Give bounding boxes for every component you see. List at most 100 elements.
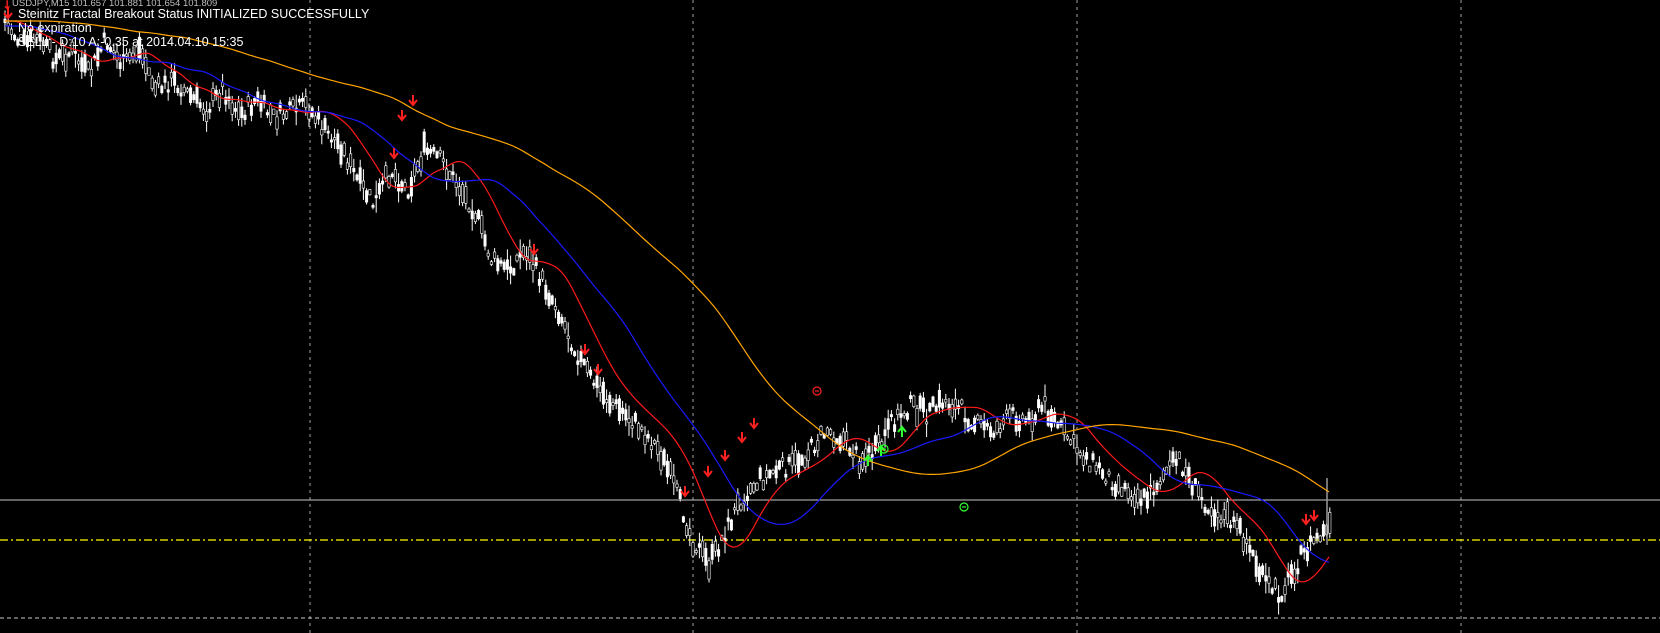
candle-body: [694, 550, 698, 553]
candle-body: [1248, 544, 1252, 553]
candle-body: [153, 81, 157, 96]
candle-body: [934, 405, 938, 412]
candle-body: [547, 292, 551, 307]
candle-body: [1187, 466, 1191, 484]
candle-body: [896, 408, 900, 416]
candle-body: [1075, 447, 1079, 454]
candle-body: [502, 261, 506, 270]
candle-body: [688, 528, 692, 536]
candle-body: [1017, 420, 1021, 432]
candle-body: [646, 433, 650, 439]
candle-body: [925, 421, 929, 425]
candle-body: [1216, 512, 1220, 518]
red-down-arrow-icon: [680, 486, 690, 498]
candle-body: [13, 34, 17, 41]
candle-body: [1104, 480, 1108, 484]
candle-body: [1312, 537, 1316, 544]
candle-body: [825, 427, 829, 436]
candle-body: [483, 234, 487, 247]
candle-body: [1005, 409, 1009, 414]
candle-body: [1046, 410, 1050, 426]
candle-body: [573, 351, 577, 357]
candle-body: [272, 108, 276, 115]
candle-body: [237, 101, 241, 121]
candle-body: [553, 306, 557, 311]
candle-body: [617, 398, 621, 422]
candle-body: [608, 394, 612, 414]
candle-body: [1049, 408, 1053, 428]
candle-body: [928, 403, 932, 412]
candle-body: [448, 170, 452, 180]
candle-body: [51, 61, 55, 69]
candle-body: [755, 482, 759, 491]
candle-body: [1113, 483, 1117, 497]
candle-body: [1043, 396, 1047, 402]
candle-body: [672, 475, 676, 484]
candle-body: [758, 467, 762, 479]
candle-body: [531, 264, 535, 271]
candle-body: [816, 440, 820, 451]
candle-body: [169, 71, 173, 79]
candle-body: [515, 254, 519, 262]
candle-body: [902, 413, 906, 417]
candle-body: [1174, 459, 1178, 466]
candle-body: [1091, 453, 1095, 460]
candle-body: [349, 153, 353, 167]
candle-body: [809, 438, 813, 443]
candle-body: [86, 61, 90, 70]
candle-body: [201, 108, 205, 115]
chart-window[interactable]: ↓ USDJPY,M15 101.657 101.881 101.654 101…: [0, 0, 1660, 633]
candle-body: [451, 171, 455, 175]
candle-body: [729, 519, 733, 531]
candle-body: [509, 266, 513, 274]
candle-body: [637, 423, 641, 439]
candle-body: [1040, 404, 1044, 412]
candle-body: [1213, 509, 1217, 527]
candle-body: [393, 169, 397, 183]
candle-body: [1078, 452, 1082, 456]
candle-body: [195, 86, 199, 104]
price-chart[interactable]: [0, 0, 1660, 633]
candle-body: [909, 395, 913, 400]
candle-body: [576, 360, 580, 365]
candle-body: [950, 404, 954, 418]
candle-body: [454, 182, 458, 188]
candle-body: [998, 428, 1002, 433]
candle-body: [1267, 576, 1271, 584]
candle-body: [317, 111, 321, 120]
candle-body: [432, 147, 436, 152]
candle-body: [560, 316, 564, 324]
candle-body: [691, 542, 695, 557]
candle-body: [163, 75, 167, 83]
candle-body: [125, 53, 129, 57]
red-down-arrow-icon: [397, 110, 407, 122]
candle-body: [1197, 484, 1201, 498]
candle-body: [323, 118, 327, 131]
candle-body: [64, 53, 68, 72]
candle-body: [537, 278, 541, 286]
candle-body: [345, 162, 349, 170]
red-down-arrow-icon: [408, 95, 418, 107]
candle-body: [713, 540, 717, 552]
candle-body: [112, 50, 116, 54]
candle-body: [793, 450, 797, 466]
candle-body: [845, 431, 849, 441]
candle-body: [1117, 475, 1121, 493]
candle-body: [371, 204, 375, 208]
candle-body: [1232, 516, 1236, 522]
candle-body: [329, 139, 333, 143]
candle-body: [144, 57, 148, 74]
candle-body: [435, 151, 439, 159]
candle-body: [697, 543, 701, 548]
candle-body: [829, 429, 833, 435]
candle-body: [569, 347, 573, 352]
candle-body: [182, 86, 186, 94]
candle-body: [1139, 498, 1143, 506]
candle-body: [1145, 491, 1149, 509]
candle-body: [1321, 524, 1325, 537]
candle-body: [285, 111, 289, 119]
candle-body: [205, 111, 209, 122]
candle-body: [384, 165, 388, 179]
candle-body: [179, 92, 183, 97]
candle-body: [643, 434, 647, 445]
